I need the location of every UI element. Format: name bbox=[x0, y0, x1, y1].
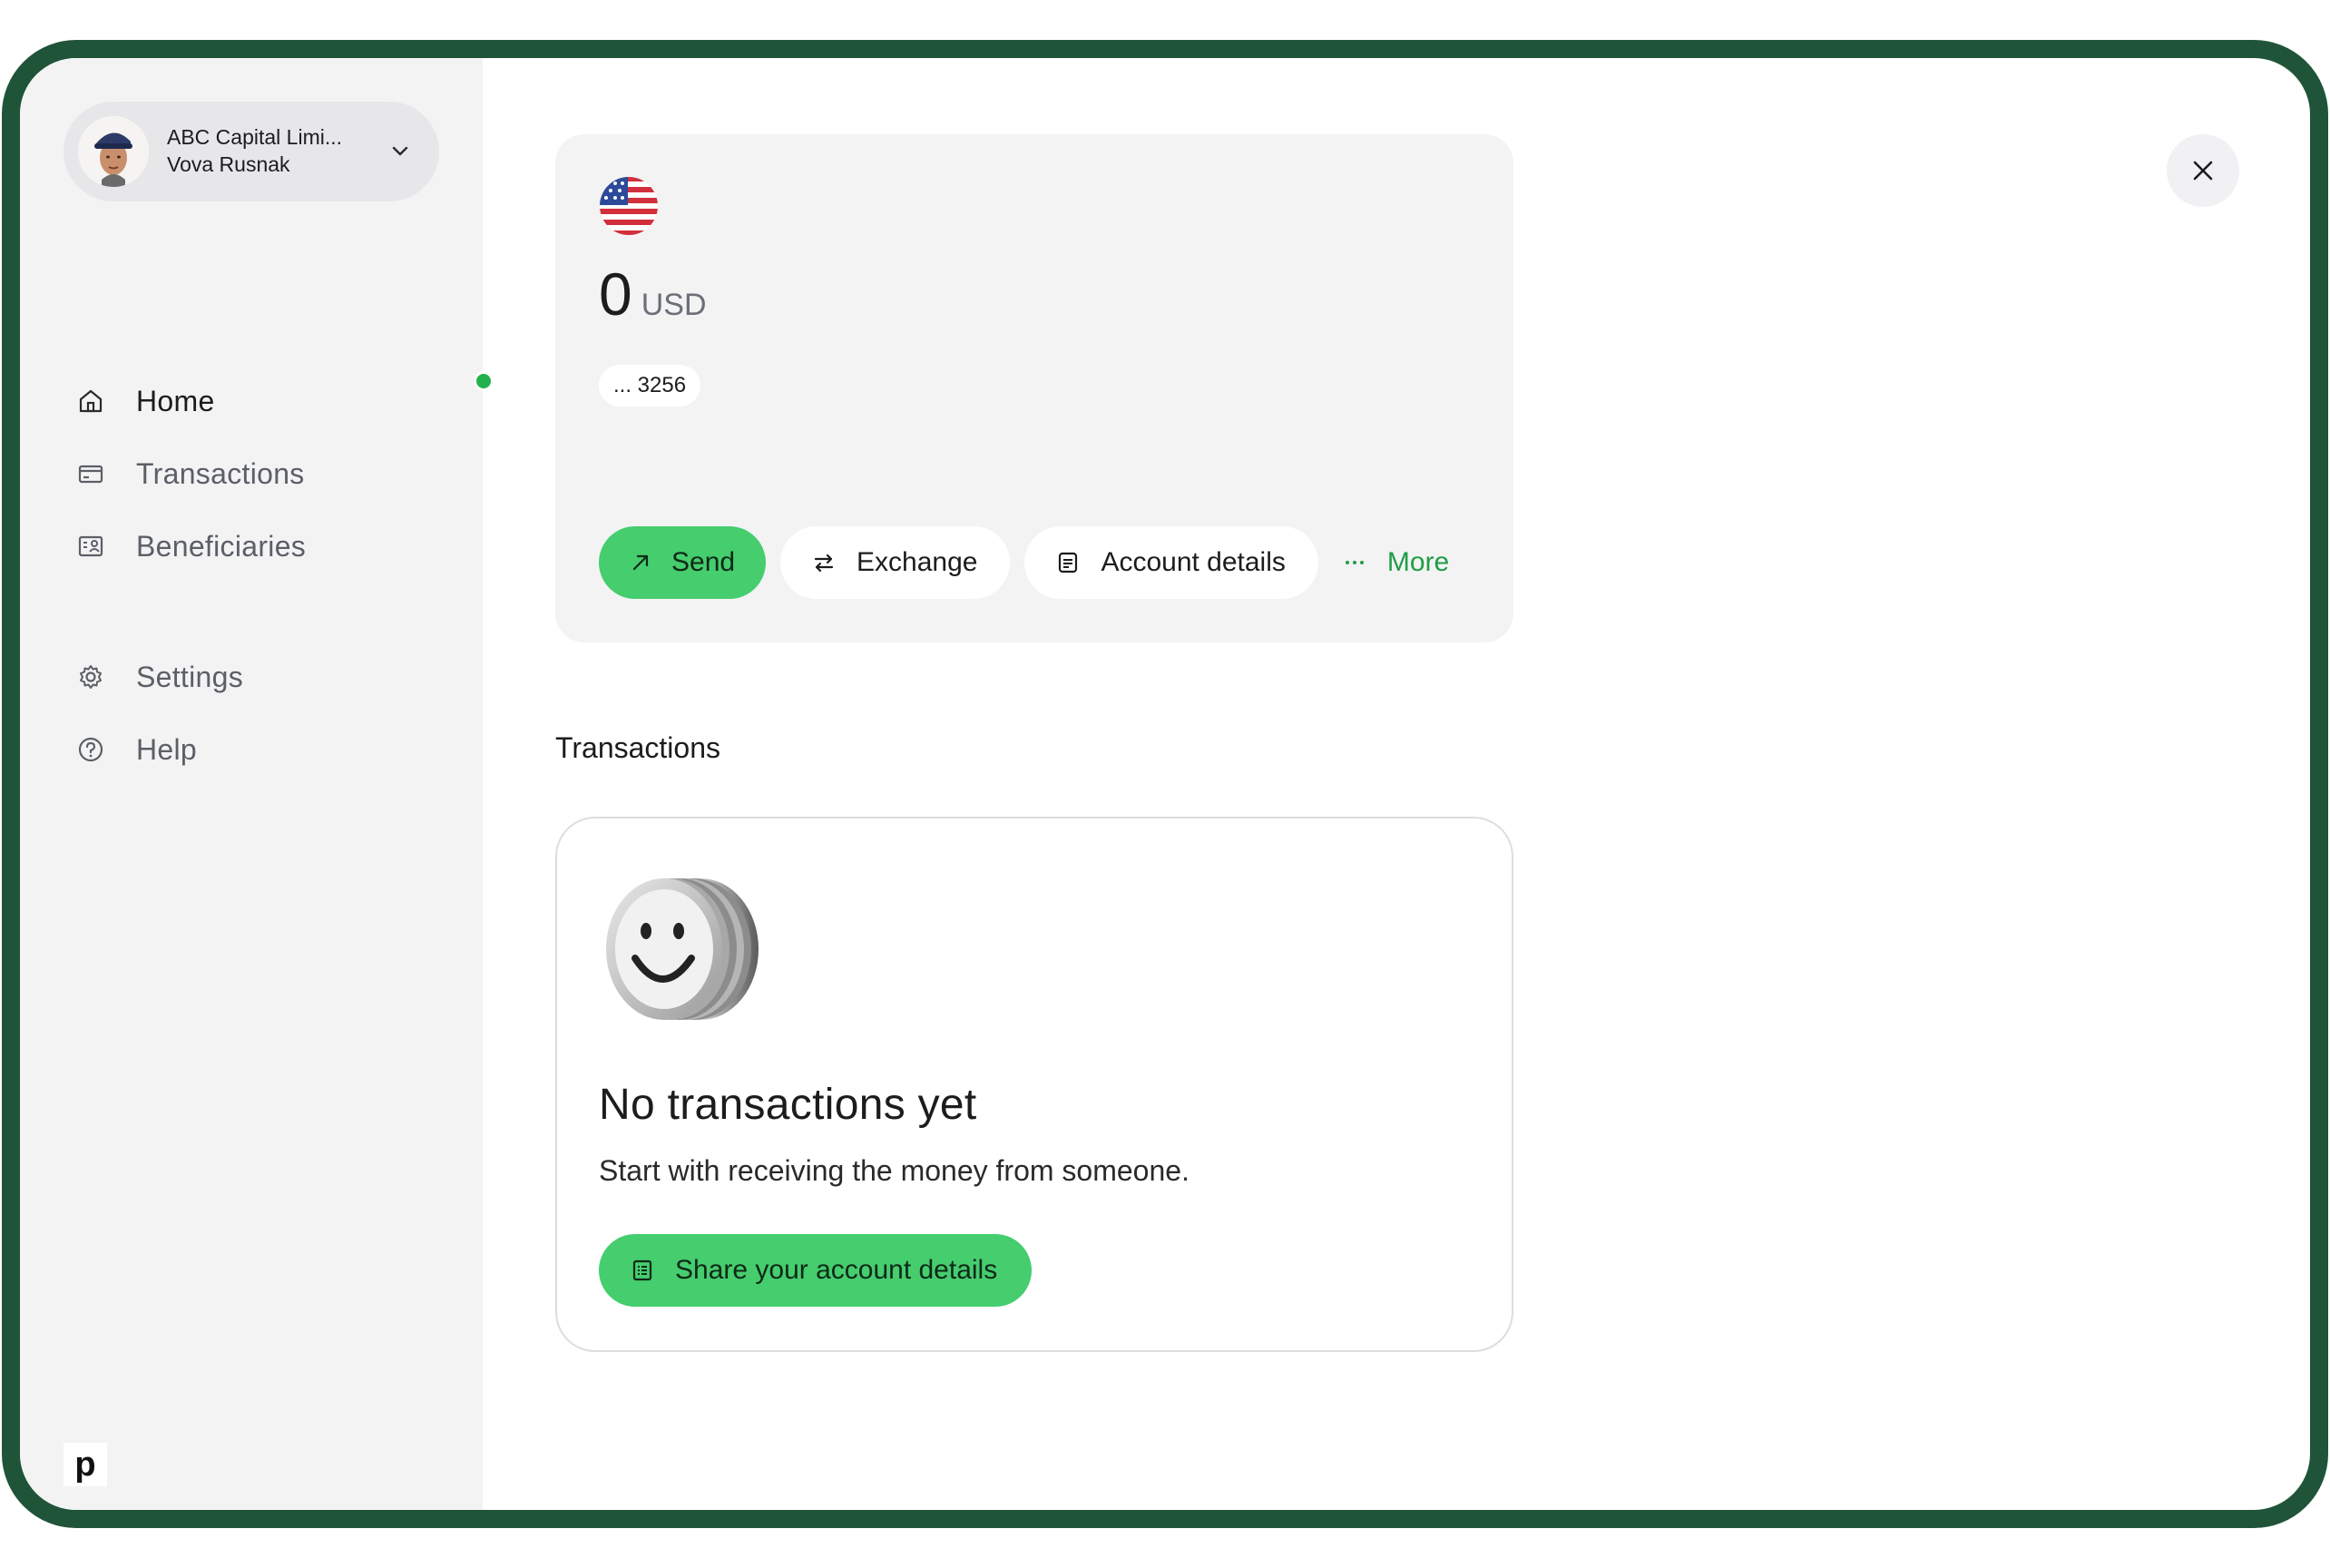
account-number-chip[interactable]: ... 3256 bbox=[599, 365, 701, 407]
us-flag-icon bbox=[600, 177, 658, 235]
sidebar: ABC Capital Limi... Vova Rusnak Home Tra… bbox=[20, 58, 483, 1510]
app-window: ABC Capital Limi... Vova Rusnak Home Tra… bbox=[20, 58, 2310, 1510]
exchange-button-label: Exchange bbox=[857, 547, 978, 577]
avatar bbox=[78, 116, 149, 187]
device-frame: ABC Capital Limi... Vova Rusnak Home Tra… bbox=[2, 40, 2328, 1528]
empty-state-title: No transactions yet bbox=[599, 1081, 977, 1129]
exchange-button[interactable]: Exchange bbox=[780, 526, 1011, 599]
brand-logo: p bbox=[64, 1443, 107, 1486]
card-icon bbox=[76, 459, 105, 488]
account-user-name: Vova Rusnak bbox=[167, 152, 290, 176]
chevron-down-icon bbox=[392, 146, 408, 156]
sidebar-item-label: Home bbox=[136, 384, 215, 417]
more-button[interactable]: More bbox=[1333, 526, 1482, 599]
sidebar-item-label: Beneficiaries bbox=[136, 529, 307, 563]
active-indicator-dot bbox=[474, 371, 494, 391]
account-details-button[interactable]: Account details bbox=[1024, 526, 1318, 599]
sidebar-item-label: Transactions bbox=[136, 456, 305, 490]
sidebar-item-home[interactable]: Home bbox=[76, 365, 457, 437]
balance-currency: USD bbox=[641, 288, 707, 322]
sidebar-item-label: Help bbox=[136, 732, 198, 766]
transactions-section-title: Transactions bbox=[555, 731, 720, 764]
more-button-label: More bbox=[1386, 547, 1450, 577]
share-button-label: Share your account details bbox=[675, 1255, 998, 1285]
contact-card-icon bbox=[76, 532, 105, 561]
exchange-arrows-icon bbox=[811, 550, 837, 575]
send-button[interactable]: Send bbox=[599, 526, 766, 599]
send-button-label: Send bbox=[671, 547, 736, 577]
account-switcher[interactable]: ABC Capital Limi... Vova Rusnak bbox=[64, 102, 439, 201]
balance-actions: Send Exchange Account details More bbox=[599, 526, 1496, 599]
avatar-image bbox=[78, 116, 149, 187]
transactions-empty-state: No transactions yet Start with receiving… bbox=[555, 817, 1513, 1352]
sidebar-item-transactions[interactable]: Transactions bbox=[76, 437, 457, 510]
ellipsis-icon bbox=[1342, 550, 1367, 575]
home-icon bbox=[76, 387, 105, 416]
close-icon bbox=[2193, 161, 2213, 181]
document-list-icon bbox=[630, 1258, 655, 1283]
account-details-button-label: Account details bbox=[1101, 547, 1286, 577]
help-circle-icon bbox=[76, 735, 105, 764]
sidebar-item-help[interactable]: Help bbox=[76, 713, 457, 786]
balance-card: 0 USD ... 3256 Send Exchange Account det… bbox=[555, 134, 1513, 642]
close-button[interactable] bbox=[2167, 134, 2239, 207]
smiley-coin-illustration bbox=[606, 878, 759, 1020]
sidebar-item-settings[interactable]: Settings bbox=[76, 641, 457, 713]
empty-state-subtitle: Start with receiving the money from some… bbox=[599, 1154, 1189, 1187]
sidebar-item-label: Settings bbox=[136, 660, 244, 693]
arrow-up-right-icon bbox=[630, 550, 651, 575]
balance-amount: 0 bbox=[599, 260, 632, 328]
account-company-name: ABC Capital Limi... bbox=[167, 125, 343, 150]
share-account-details-button[interactable]: Share your account details bbox=[599, 1234, 1033, 1307]
sidebar-nav: Home Transactions Beneficiaries Settings… bbox=[76, 365, 457, 786]
gear-icon bbox=[76, 662, 105, 691]
document-icon bbox=[1055, 550, 1081, 575]
sidebar-item-beneficiaries[interactable]: Beneficiaries bbox=[76, 510, 457, 583]
